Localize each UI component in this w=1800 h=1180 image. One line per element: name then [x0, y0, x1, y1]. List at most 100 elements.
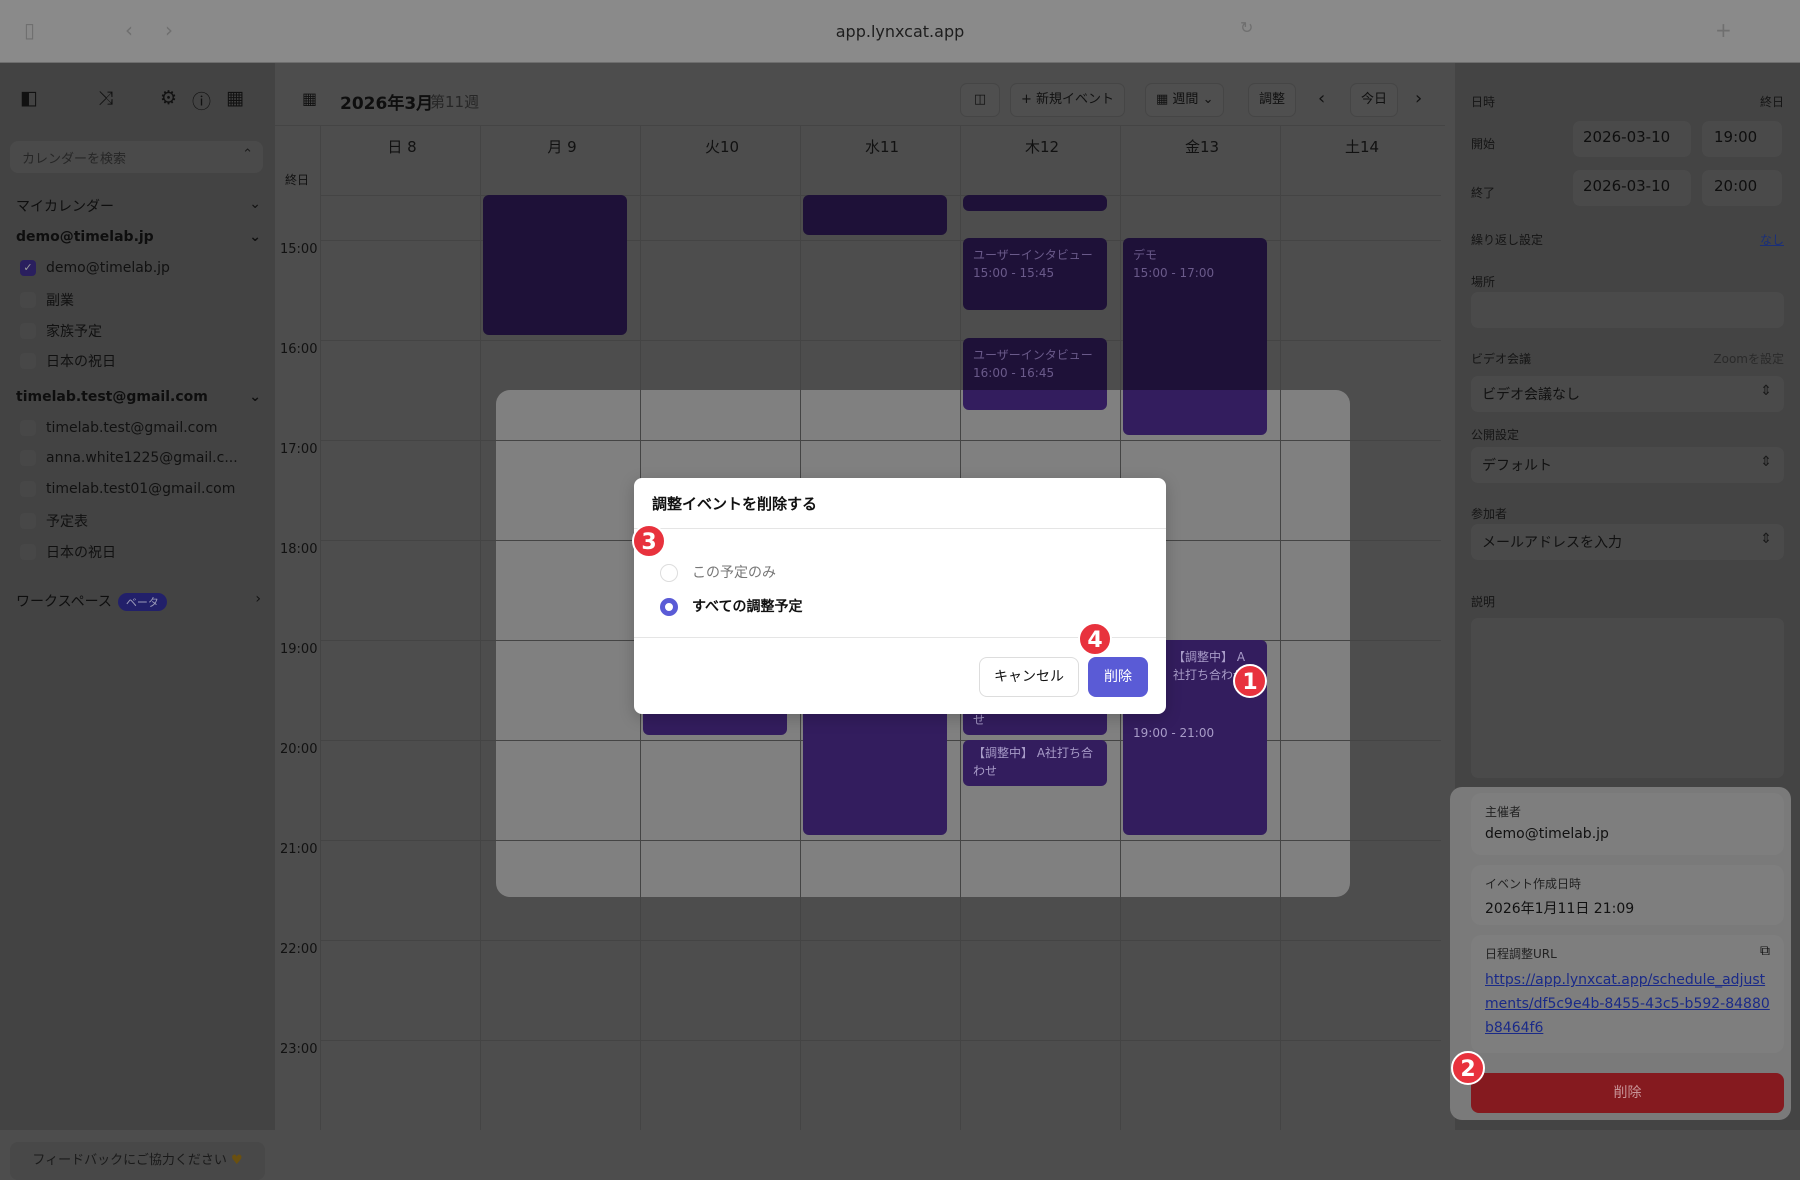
radio-this-only[interactable]: この予定のみ	[660, 562, 776, 582]
collapse-sidebar-icon[interactable]: ◧	[20, 87, 38, 109]
radio-button[interactable]	[660, 564, 678, 582]
event-block[interactable]: ユーザーインタビュー 15:00 - 15:45	[963, 238, 1107, 310]
calendar-label: demo@timelab.jp	[46, 260, 170, 276]
next-week-icon[interactable]: ›	[1415, 88, 1422, 109]
event-block[interactable]: ユーザーインタビュー 16:00 - 16:45	[963, 338, 1107, 410]
gift-icon[interactable]: ▦	[226, 87, 244, 109]
today-button[interactable]: 今日	[1350, 83, 1399, 117]
confirm-delete-button[interactable]: 削除	[1088, 657, 1148, 697]
search-placeholder: カレンダーを検索	[22, 152, 127, 167]
zoom-setup-link[interactable]: Zoomを設定	[1713, 350, 1784, 367]
delete-dialog: 調整イベントを削除する この予定のみ すべての調整予定 キャンセル 削除	[634, 478, 1166, 714]
layout-toggle-button[interactable]: ◫	[960, 83, 1000, 117]
step-badge: 4	[1078, 622, 1112, 656]
checkbox[interactable]	[20, 450, 36, 466]
new-tab-icon[interactable]: +	[1715, 18, 1732, 42]
calendar-item[interactable]: 副業	[20, 290, 260, 310]
description-textarea[interactable]	[1471, 618, 1784, 778]
new-event-button[interactable]: + 新規イベント	[1010, 83, 1126, 117]
feedback-button[interactable]: フィードバックにご協力ください ♥	[10, 1142, 265, 1180]
grid-line	[320, 440, 1441, 441]
reload-icon[interactable]: ↻	[1240, 18, 1253, 37]
gear-icon[interactable]: ⚙	[160, 87, 177, 109]
calendar-item[interactable]: ✓ demo@timelab.jp	[20, 260, 260, 276]
created-label: イベント作成日時	[1485, 877, 1582, 891]
delete-event-button[interactable]: 削除	[1471, 1073, 1784, 1113]
dialog-title: 調整イベントを削除する	[652, 495, 818, 513]
hour-label: 21:00	[280, 842, 318, 857]
created-card: イベント作成日時 2026年1月11日 21:09	[1471, 865, 1784, 925]
allday-toggle[interactable]: 終日	[1760, 93, 1784, 110]
hour-label: 17:00	[280, 442, 318, 457]
info-icon[interactable]: ⓘ	[192, 87, 211, 114]
shuffle-icon[interactable]: ⤨	[98, 87, 113, 109]
checkbox[interactable]	[20, 323, 36, 339]
day-header[interactable]: 月 9	[482, 136, 642, 157]
calendar-item[interactable]: 日本の祝日	[20, 351, 260, 371]
event-title: ユーザーインタビュー	[973, 248, 1093, 262]
event-block[interactable]: 【調整中】 A社打ち合わせ	[963, 740, 1107, 786]
view-select[interactable]: ▦ 週間 ⌄	[1145, 83, 1225, 117]
divider	[275, 125, 1445, 126]
day-header[interactable]: 土14	[1282, 136, 1442, 157]
section-label: ワークスペース	[16, 594, 112, 610]
calendar-item[interactable]: 家族予定	[20, 321, 260, 341]
prev-week-icon[interactable]: ‹	[1318, 88, 1325, 109]
day-header[interactable]: 水11	[802, 136, 962, 157]
calendar-item[interactable]: timelab.test01@gmail.com	[20, 481, 260, 497]
account-header[interactable]: timelab.test@gmail.com ⌄	[16, 389, 261, 405]
schedule-url-link[interactable]: https://app.lynxcat.app/schedule_adjustm…	[1485, 972, 1770, 1036]
checkbox[interactable]	[20, 353, 36, 369]
event-block[interactable]	[963, 195, 1107, 211]
day-header[interactable]: 日 8	[322, 136, 482, 157]
calendar-item[interactable]: anna.white1225@gmail.c...	[20, 450, 260, 466]
sidebar-toggle-icon[interactable]: ▯	[24, 18, 35, 42]
checkbox[interactable]	[20, 513, 36, 529]
start-time-input[interactable]: 19:00	[1702, 121, 1782, 157]
day-header[interactable]: 木12	[962, 136, 1122, 157]
event-title: デモ	[1133, 248, 1158, 262]
event-time: 19:00 - 21:00	[1133, 726, 1215, 740]
attendees-input[interactable]: メールアドレスを入力 ⇕	[1471, 524, 1784, 560]
chevron-down-icon: ⌄	[1202, 92, 1214, 107]
checkbox[interactable]	[20, 292, 36, 308]
forward-icon[interactable]: ›	[165, 18, 173, 42]
visibility-select[interactable]: デフォルト ⇕	[1471, 447, 1784, 483]
adjust-button[interactable]: 調整	[1248, 83, 1297, 117]
event-block[interactable]	[483, 195, 627, 335]
event-block[interactable]	[803, 195, 947, 235]
chevron-down-icon: ⌄	[249, 229, 261, 245]
address-bar[interactable]: app.lynxcat.app	[540, 12, 1260, 52]
select-value: メールアドレスを入力	[1482, 535, 1622, 551]
end-date-input[interactable]: 2026-03-10	[1573, 170, 1691, 206]
account-header[interactable]: demo@timelab.jp ⌄	[16, 229, 261, 245]
end-time-input[interactable]: 20:00	[1702, 170, 1782, 206]
event-time: 15:00 - 17:00	[1133, 266, 1215, 280]
checkbox-checked[interactable]: ✓	[20, 260, 36, 276]
cancel-button[interactable]: キャンセル	[979, 657, 1079, 697]
hour-label: 18:00	[280, 542, 318, 557]
radio-all[interactable]: すべての調整予定	[660, 596, 802, 616]
workspace-section[interactable]: ワークスペース ベータ ›	[16, 591, 261, 611]
location-input[interactable]	[1471, 292, 1784, 328]
checkbox[interactable]	[20, 420, 36, 436]
visibility-label: 公開設定	[1471, 428, 1520, 442]
organizer-value: demo@timelab.jp	[1485, 826, 1609, 842]
day-header[interactable]: 金13	[1122, 136, 1282, 157]
start-date-input[interactable]: 2026-03-10	[1573, 121, 1691, 157]
checkbox[interactable]	[20, 481, 36, 497]
event-block[interactable]: デモ 15:00 - 17:00	[1123, 238, 1267, 435]
hour-label: 19:00	[280, 642, 318, 657]
calendar-search-input[interactable]: カレンダーを検索 ⌃	[10, 141, 263, 173]
copy-icon[interactable]: ⧉	[1760, 943, 1770, 959]
calendar-item[interactable]: 予定表	[20, 511, 260, 531]
repeat-link[interactable]: なし	[1760, 231, 1784, 248]
my-calendars-header[interactable]: マイカレンダー ⌄	[16, 196, 261, 216]
calendar-item[interactable]: 日本の祝日	[20, 542, 260, 562]
back-icon[interactable]: ‹	[125, 18, 133, 42]
checkbox[interactable]	[20, 544, 36, 560]
radio-button-selected[interactable]	[660, 598, 678, 616]
video-select[interactable]: ビデオ会議なし ⇕	[1471, 376, 1784, 412]
calendar-item[interactable]: timelab.test@gmail.com	[20, 420, 260, 436]
day-header[interactable]: 火10	[642, 136, 802, 157]
